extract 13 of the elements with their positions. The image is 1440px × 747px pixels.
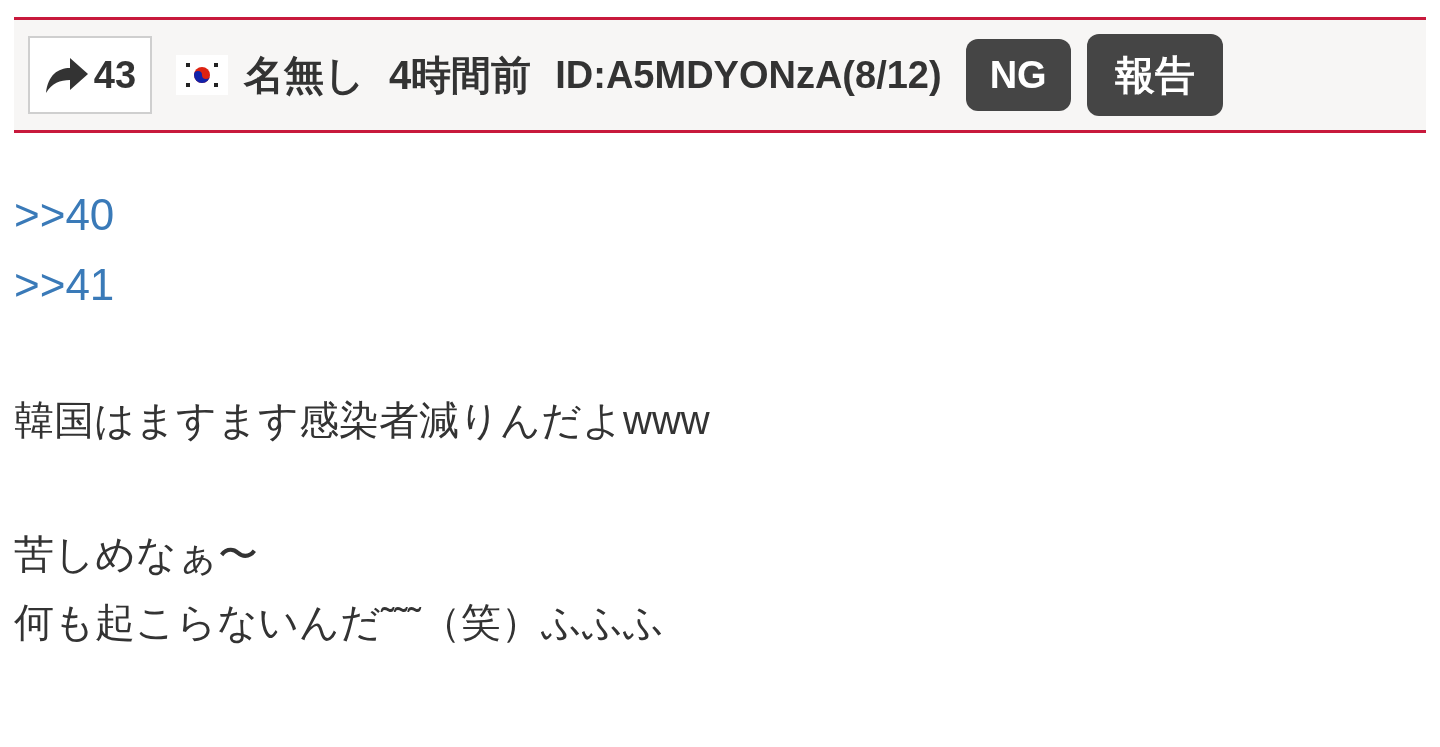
report-button[interactable]: 報告 <box>1086 34 1223 116</box>
post-text: 苦しめなぁ〜 <box>14 531 259 578</box>
flag-icon <box>176 55 228 95</box>
poster-name: 名無し <box>244 52 365 99</box>
reply-link[interactable]: >>41 <box>14 250 1426 320</box>
post-text: 何も起こらないんだ˜˜˜（笑）ふふふ <box>14 599 665 646</box>
post-time: 4時間前 <box>389 52 532 99</box>
reply-link[interactable]: >>40 <box>14 180 1426 250</box>
reply-button[interactable]: 43 <box>28 36 152 114</box>
ng-button[interactable]: NG <box>965 39 1071 111</box>
share-arrow-icon <box>43 55 90 95</box>
poster-id: ID:A5MDYONzA(8/12) <box>555 52 942 98</box>
post-text: 韓国はますます感染者減りんだよwww <box>14 397 711 444</box>
